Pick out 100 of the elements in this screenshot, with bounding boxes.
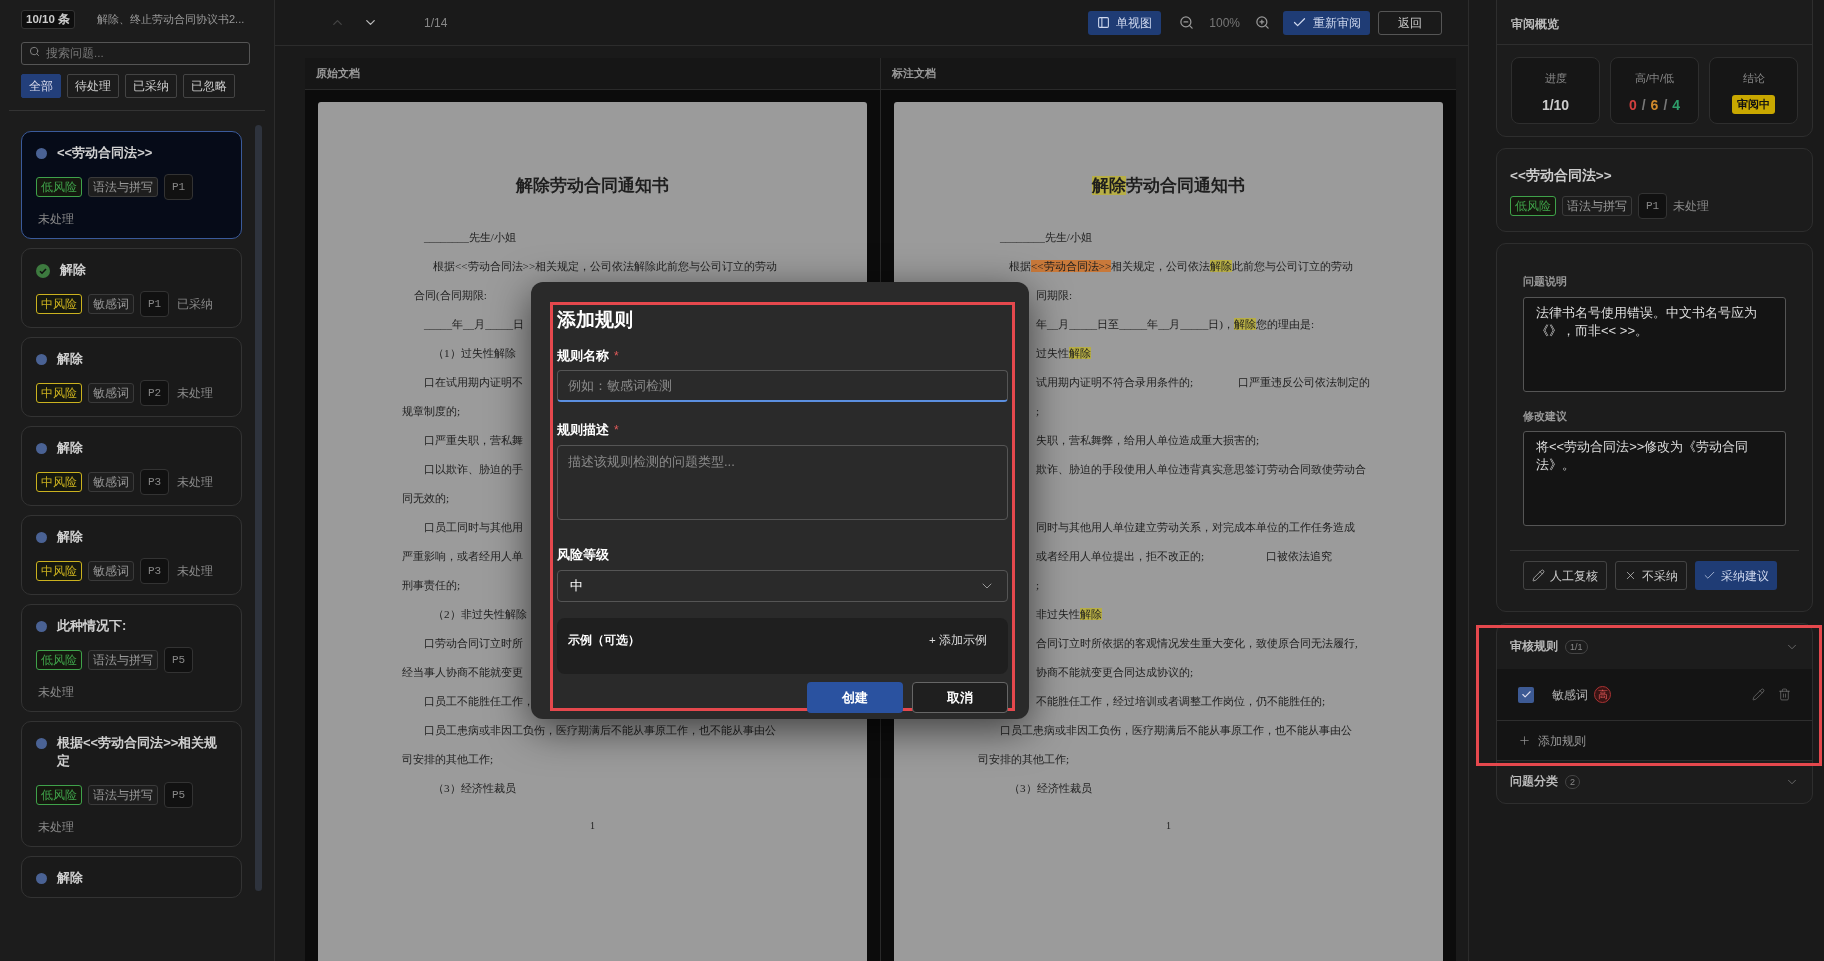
required-mark: * — [614, 348, 619, 365]
action-button[interactable]: 采纳建议 — [1695, 561, 1777, 590]
category-tag: 语法与拼写 — [1562, 196, 1632, 216]
document-title: 解除、终止劳动合同协议书2... — [97, 12, 245, 28]
action-button[interactable]: 人工复核 — [1523, 561, 1607, 590]
document-text: 协商不能就变更合同达成协议的; — [1036, 666, 1194, 678]
create-button[interactable]: 创建 — [807, 682, 903, 713]
issue-card[interactable]: <<劳动合同法>> 低风险 语法与拼写 P1 未处理 — [21, 131, 242, 239]
status-text: 未处理 — [37, 211, 75, 228]
search-icon — [29, 46, 40, 57]
document-text: （3）经济性裁员 — [433, 782, 516, 794]
page-position: 1/14 — [424, 14, 448, 32]
add-rule-button[interactable]: 添加规则 — [1497, 721, 1812, 761]
single-view-button[interactable]: 单视图 — [1088, 10, 1162, 35]
document-text: 口以欺诈、胁迫的手 — [424, 463, 523, 475]
issue-title: 解除 — [57, 439, 83, 457]
check-icon — [1520, 689, 1532, 700]
field-label: 问题说明 — [1523, 274, 1568, 289]
filter-tab[interactable]: 待处理 — [67, 74, 119, 98]
field-label: 修改建议 — [1523, 408, 1568, 424]
document-text: 口在试用期内证明不 — [424, 376, 523, 388]
search-field[interactable]: 搜索问题... — [21, 41, 250, 65]
close-icon — [1624, 569, 1637, 582]
scrollbar[interactable] — [255, 125, 262, 891]
document-text: 解除劳动合同通知书 — [516, 176, 669, 195]
recheck-button[interactable]: 重新审阅 — [1283, 10, 1370, 35]
issue-card[interactable]: 此种情况下: 低风险 语法与拼写 P5 未处理 — [21, 604, 242, 712]
zoom-in-icon[interactable] — [1255, 15, 1270, 30]
pencil-icon[interactable] — [1752, 688, 1765, 701]
issue-count: 10/10 条 — [21, 10, 75, 29]
issue-card[interactable]: 解除 — [21, 856, 242, 898]
text-area[interactable]: 法律书名号使用错误。中文书名号应为《》，而非<< >>。 — [1523, 296, 1786, 392]
document-text: ; — [1036, 405, 1040, 417]
document-text: 劳动合同通知书 — [1126, 176, 1245, 195]
field-label: 规则名称 — [557, 347, 609, 365]
risk-level-select[interactable]: 中 — [557, 570, 1008, 602]
section-title: 问题分类 — [1510, 774, 1558, 790]
rule-description-field[interactable]: 描述该规则检测的问题类型... — [557, 445, 1008, 520]
filter-tab[interactable]: 已采纳 — [125, 74, 177, 98]
checkbox[interactable] — [1518, 686, 1534, 703]
document-text: 同时与其他用人单位建立劳动关系，对完成本单位的工作任务造成 — [1036, 521, 1355, 533]
document-text: （3）经济性裁员 — [1009, 782, 1092, 794]
check-icon — [1703, 569, 1716, 582]
document-text: 经当事人协商不能就变更 — [402, 666, 523, 678]
document-text: 过失性 — [1036, 347, 1069, 359]
text-area[interactable]: 将<<劳动合同法>>修改为《劳动合同法》。 — [1523, 431, 1786, 526]
category-tag: 敏感词 — [88, 561, 134, 581]
stat-label: 高/中/低 — [1634, 71, 1675, 86]
issue-title: 此种情况下: — [57, 617, 127, 635]
rule-row[interactable]: 敏感词 高 — [1497, 669, 1812, 721]
issue-card[interactable]: 解除 中风险 敏感词 P3 未处理 — [21, 515, 242, 595]
card-title: 审阅概览 — [1511, 18, 1559, 30]
rule-name: 敏感词 — [1552, 686, 1588, 704]
filter-tab[interactable]: 全部 — [21, 74, 61, 98]
stat-label: 结论 — [1742, 71, 1765, 86]
risk-tag: 中风险 — [36, 294, 82, 314]
document-text: （1）过失性解除 — [433, 347, 516, 359]
document-text: 失职，营私舞弊，给用人单位造成重大损害的; — [1036, 434, 1260, 446]
issue-card[interactable]: 解除 中风险 敏感词 P2 未处理 — [21, 337, 242, 417]
issue-card[interactable]: 根据<<劳动合同法>>相关规定 低风险 语法与拼写 P5 未处理 — [21, 721, 242, 847]
document-text: 口员工不能胜任工作， — [424, 695, 534, 707]
pencil-icon — [1532, 569, 1545, 582]
document-text: _____年__月_____日 — [424, 318, 525, 330]
category-tag: 语法与拼写 — [88, 785, 158, 805]
zoom-out-icon[interactable] — [1179, 15, 1195, 30]
risk-count: 4 — [1672, 95, 1681, 115]
rule-name-field[interactable]: 例如：敏感词检测 — [557, 370, 1008, 402]
action-button[interactable]: 不采纳 — [1615, 561, 1687, 590]
issue-title: 解除 — [57, 528, 83, 546]
issue-card[interactable]: 解除 中风险 敏感词 P1 已采纳 — [21, 248, 242, 328]
panel-title: 原始文档 — [316, 66, 360, 82]
risk-count: 0 — [1628, 95, 1637, 115]
category-tag: 敏感词 — [88, 472, 134, 492]
separator: / — [1641, 95, 1646, 115]
document-text: （2）非过失性解除 — [433, 608, 527, 620]
risk-badge: 高 — [1594, 686, 1611, 703]
document-text: 根据 — [1009, 260, 1031, 272]
document-text: 口劳动合同订立时所 — [424, 637, 523, 649]
page-tag: P5 — [164, 782, 194, 808]
filter-tab[interactable]: 已忽略 — [183, 74, 235, 98]
status-text: 已采纳 — [176, 296, 215, 313]
add-example-button[interactable]: + 添加示例 — [929, 632, 987, 650]
document-text: 口员工患病或非因工负伤，医疗期满后不能从事原工作，也不能从事由公 — [1000, 724, 1352, 736]
category-tag: 语法与拼写 — [88, 177, 158, 197]
stat-label: 进度 — [1544, 71, 1567, 86]
page-tag: P3 — [140, 558, 170, 584]
document-text: 口员工同时与其他用 — [424, 521, 523, 533]
back-button[interactable]: 返回 — [1378, 10, 1442, 35]
delete-icon[interactable] — [1778, 688, 1791, 701]
status-text: 未处理 — [176, 563, 215, 580]
document-text: 口严重失职，营私舞 — [424, 434, 523, 446]
document-text: 刑事责任的; — [402, 579, 461, 591]
issue-card[interactable]: 解除 中风险 敏感词 P3 未处理 — [21, 426, 242, 506]
required-mark: * — [614, 422, 619, 439]
risk-tag: 中风险 — [36, 561, 82, 581]
page-number: 1 — [1166, 820, 1171, 831]
document-text: 试用期内证明不符合录用条件的; 口严重违反公司依法制定的 — [1036, 376, 1370, 388]
section-title: 审核规则 — [1510, 638, 1558, 654]
document-text: 或者经用人单位提出，拒不改正的; 口被依法追究 — [1036, 550, 1332, 562]
cancel-button[interactable]: 取消 — [912, 682, 1008, 713]
